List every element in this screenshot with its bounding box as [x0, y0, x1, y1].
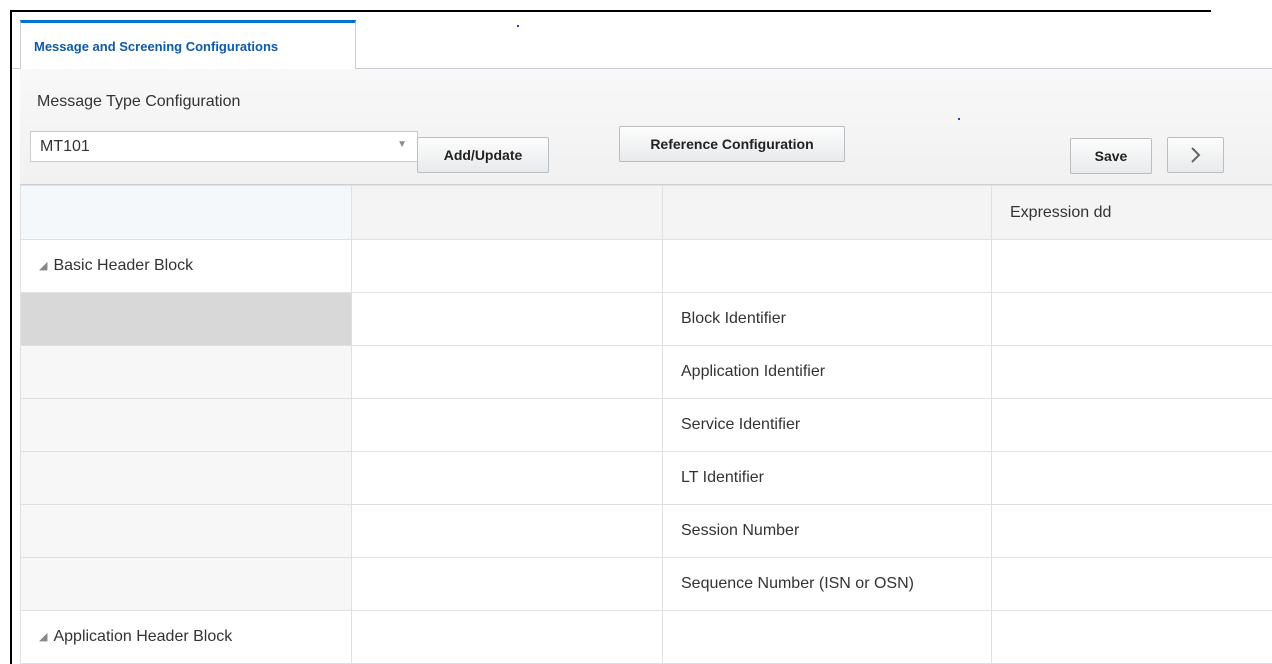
field-cell: [662, 239, 992, 293]
field-cell: Session Number: [662, 504, 992, 558]
field-cell: LT Identifier: [662, 451, 992, 505]
grid-cell: [351, 239, 663, 293]
column-header-expression: Expression dd: [991, 185, 1272, 240]
expression-cell[interactable]: [991, 610, 1272, 664]
expression-cell[interactable]: [991, 292, 1272, 346]
expression-cell[interactable]: [991, 345, 1272, 399]
grid-cell: [351, 557, 663, 611]
grid-cell: [351, 451, 663, 505]
column-header: [20, 185, 352, 240]
message-type-configuration-panel: Message Type Configuration MT101 ▼ Add/U…: [20, 69, 1272, 185]
block-label: Application Header Block: [53, 628, 233, 645]
field-cell: [662, 610, 992, 664]
table-row[interactable]: Session Number: [20, 504, 1272, 558]
column-header: [662, 185, 992, 240]
block-cell[interactable]: [20, 292, 352, 346]
block-cell[interactable]: ◢ Application Header Block: [20, 610, 352, 664]
block-cell[interactable]: [20, 557, 352, 611]
table-row[interactable]: ◢ Basic Header Block: [20, 239, 1272, 293]
field-cell: Sequence Number (ISN or OSN): [662, 557, 992, 611]
expression-cell[interactable]: [991, 398, 1272, 452]
save-button[interactable]: Save: [1070, 138, 1152, 174]
grid-cell: [351, 398, 663, 452]
grid-header-row: Expression dd: [20, 185, 1272, 240]
message-type-select[interactable]: MT101 ▼: [30, 131, 418, 162]
block-cell[interactable]: [20, 345, 352, 399]
expression-cell[interactable]: [991, 557, 1272, 611]
table-row[interactable]: Service Identifier: [20, 398, 1272, 452]
grid-cell: [351, 504, 663, 558]
tab-bar: Message and Screening Configurations: [12, 12, 1272, 70]
next-button[interactable]: [1167, 137, 1224, 173]
field-cell: Application Identifier: [662, 345, 992, 399]
table-row[interactable]: Sequence Number (ISN or OSN): [20, 557, 1272, 611]
add-update-button[interactable]: Add/Update: [417, 137, 549, 173]
expression-cell[interactable]: [991, 451, 1272, 505]
block-label: Basic Header Block: [53, 257, 194, 274]
grid-cell: [351, 610, 663, 664]
grid-cell: [351, 345, 663, 399]
frame-left-border: [10, 10, 12, 664]
tab-label: Message and Screening Configurations: [34, 39, 279, 54]
block-cell[interactable]: ◢ Basic Header Block: [20, 239, 352, 293]
chevron-right-icon: [1190, 147, 1200, 163]
expression-cell[interactable]: [991, 504, 1272, 558]
tab-message-and-screening-configurations[interactable]: Message and Screening Configurations: [20, 20, 356, 70]
table-row[interactable]: Block Identifier: [20, 292, 1272, 346]
panel-title: Message Type Configuration: [37, 93, 241, 110]
decorative-dot: [517, 25, 519, 27]
block-cell[interactable]: [20, 504, 352, 558]
block-cell[interactable]: [20, 451, 352, 505]
message-type-select-value: MT101: [40, 137, 90, 155]
field-cell: Service Identifier: [662, 398, 992, 452]
message-structure-grid: Expression dd ◢ Basic Header Block Block …: [20, 185, 1272, 664]
reference-configuration-button[interactable]: Reference Configuration: [619, 126, 845, 162]
dropdown-caret-icon[interactable]: ▼: [397, 139, 407, 150]
table-row[interactable]: ◢ Application Header Block: [20, 610, 1272, 664]
grid-cell: [351, 292, 663, 346]
block-cell[interactable]: [20, 398, 352, 452]
expand-triangle-icon[interactable]: ◢: [39, 259, 47, 272]
expression-cell[interactable]: [991, 239, 1272, 293]
table-row[interactable]: LT Identifier: [20, 451, 1272, 505]
column-header: [351, 185, 663, 240]
table-row[interactable]: Application Identifier: [20, 345, 1272, 399]
expand-triangle-icon[interactable]: ◢: [39, 630, 47, 643]
field-cell: Block Identifier: [662, 292, 992, 346]
decorative-dot: [958, 118, 960, 120]
